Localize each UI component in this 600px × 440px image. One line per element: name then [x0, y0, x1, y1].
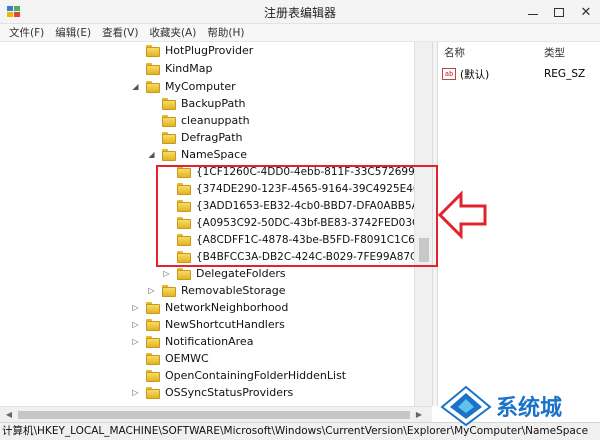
value-row[interactable]: ab (默认) — [442, 66, 489, 82]
tree-item-notificationarea[interactable]: ▷ NotificationArea — [131, 333, 253, 350]
tree-item-label: NewShortcutHandlers — [165, 318, 285, 331]
tree-item-label: DelegateFolders — [196, 267, 286, 280]
tree-item-label: BackupPath — [181, 97, 246, 110]
maximize-icon — [554, 7, 564, 17]
expand-icon[interactable]: ▷ — [162, 265, 171, 282]
close-icon: ✕ — [580, 4, 592, 20]
tree-item-ossyncstatusproviders[interactable]: ▷ OSSyncStatusProviders — [131, 384, 293, 401]
scrollbar-thumb[interactable] — [18, 411, 410, 419]
tree-item-oemwc[interactable]: OEMWC — [131, 350, 209, 367]
tree-item-label: KindMap — [165, 62, 213, 75]
scroll-left-arrow-icon[interactable]: ◀ — [2, 409, 16, 421]
string-value-icon: ab — [442, 68, 456, 80]
folder-icon — [146, 318, 160, 331]
menu-help[interactable]: 帮助(H) — [202, 25, 249, 40]
tree-item-opencontainingfolderhiddenlist[interactable]: OpenContainingFolderHiddenList — [131, 367, 346, 384]
menu-view[interactable]: 查看(V) — [97, 25, 143, 40]
tree-item-label: OSSyncStatusProviders — [165, 386, 294, 399]
collapse-icon[interactable]: ◢ — [147, 146, 156, 163]
left-arrow-annotation — [437, 190, 487, 240]
menu-bar: 文件(F) 编辑(E) 查看(V) 收藏夹(A) 帮助(H) — [0, 24, 600, 42]
folder-icon — [146, 369, 160, 382]
folder-icon — [162, 284, 176, 297]
menu-favorites[interactable]: 收藏夹(A) — [144, 25, 201, 40]
watermark-logo-icon — [440, 385, 492, 427]
watermark-text: 系统城 — [496, 396, 563, 421]
tree-item-removablestorage[interactable]: ▷ RemovableStorage — [147, 282, 285, 299]
tree-item-label: DefragPath — [181, 131, 243, 144]
tree-item-label: RemovableStorage — [181, 284, 286, 297]
tree-item-label: OpenContainingFolderHiddenList — [165, 369, 347, 382]
expand-icon[interactable]: ▷ — [131, 333, 140, 350]
tree-item-newshortcuthandlers[interactable]: ▷ NewShortcutHandlers — [131, 316, 285, 333]
menu-file[interactable]: 文件(F) — [4, 25, 49, 40]
tree-item-label: cleanuppath — [181, 114, 250, 127]
expand-icon[interactable] — [147, 112, 156, 129]
tree-item-mycomputer[interactable]: ◢ MyComputer — [131, 78, 236, 95]
highlight-annotation-box — [156, 165, 438, 267]
watermark: 系统城 — [440, 383, 600, 429]
folder-icon — [146, 301, 160, 314]
tree-item-kindmap[interactable]: KindMap — [131, 60, 212, 77]
tree-item-label: OEMWC — [165, 352, 209, 365]
column-header-name[interactable]: 名称 — [444, 42, 465, 62]
window-title: 注册表编辑器 — [263, 6, 336, 20]
tree-item-defragpath[interactable]: DefragPath — [147, 129, 243, 146]
expand-icon[interactable] — [131, 350, 140, 367]
column-header-type[interactable]: 类型 — [544, 42, 565, 62]
folder-icon — [146, 44, 160, 57]
minimize-icon — [528, 13, 538, 15]
folder-icon — [146, 335, 160, 348]
folder-icon — [146, 386, 160, 399]
expand-icon[interactable]: ▷ — [131, 299, 140, 316]
close-button[interactable]: ✕ — [572, 0, 600, 24]
tree-item-label: MyComputer — [165, 80, 236, 93]
tree-item-label: NotificationArea — [165, 335, 254, 348]
tree-item-delegatefolders[interactable]: ▷ DelegateFolders — [162, 265, 286, 282]
tree-horizontal-scrollbar[interactable]: ◀ ▶ — [0, 406, 432, 422]
tree-item-hotplugprovider[interactable]: HotPlugProvider — [131, 42, 253, 59]
expand-icon[interactable]: ▷ — [147, 282, 156, 299]
tree-item-backuppath[interactable]: BackupPath — [147, 95, 246, 112]
expand-icon[interactable]: ▷ — [131, 384, 140, 401]
folder-icon — [146, 80, 160, 93]
tree-item-label: NameSpace — [181, 148, 247, 161]
folder-icon — [146, 352, 160, 365]
tree-item-label: NetworkNeighborhood — [165, 301, 289, 314]
expand-icon[interactable] — [147, 95, 156, 112]
expand-icon[interactable]: ▷ — [131, 316, 140, 333]
expand-icon[interactable] — [131, 42, 140, 59]
folder-icon — [177, 267, 191, 280]
value-type-cell: REG_SZ — [544, 66, 585, 82]
menu-edit[interactable]: 编辑(E) — [50, 25, 96, 40]
tree-item-namespace[interactable]: ◢ NameSpace — [147, 146, 247, 163]
folder-icon — [162, 114, 176, 127]
tree-item-label: HotPlugProvider — [165, 44, 254, 57]
value-type: REG_SZ — [544, 68, 586, 80]
folder-icon — [162, 131, 176, 144]
tree-item-networkneighborhood[interactable]: ▷ NetworkNeighborhood — [131, 299, 288, 316]
value-name: (默认) — [460, 68, 490, 81]
scroll-right-arrow-icon[interactable]: ▶ — [412, 409, 426, 421]
expand-icon[interactable] — [147, 129, 156, 146]
maximize-button[interactable] — [546, 0, 572, 24]
expand-icon[interactable] — [131, 60, 140, 77]
title-bar: 注册表编辑器 ✕ — [0, 0, 600, 24]
collapse-icon[interactable]: ◢ — [131, 78, 140, 95]
folder-icon — [162, 97, 176, 110]
folder-icon — [162, 148, 176, 161]
expand-icon[interactable] — [131, 367, 140, 384]
folder-icon — [146, 62, 160, 75]
tree-item-cleanuppath[interactable]: cleanuppath — [147, 112, 250, 129]
minimize-button[interactable] — [520, 0, 546, 24]
